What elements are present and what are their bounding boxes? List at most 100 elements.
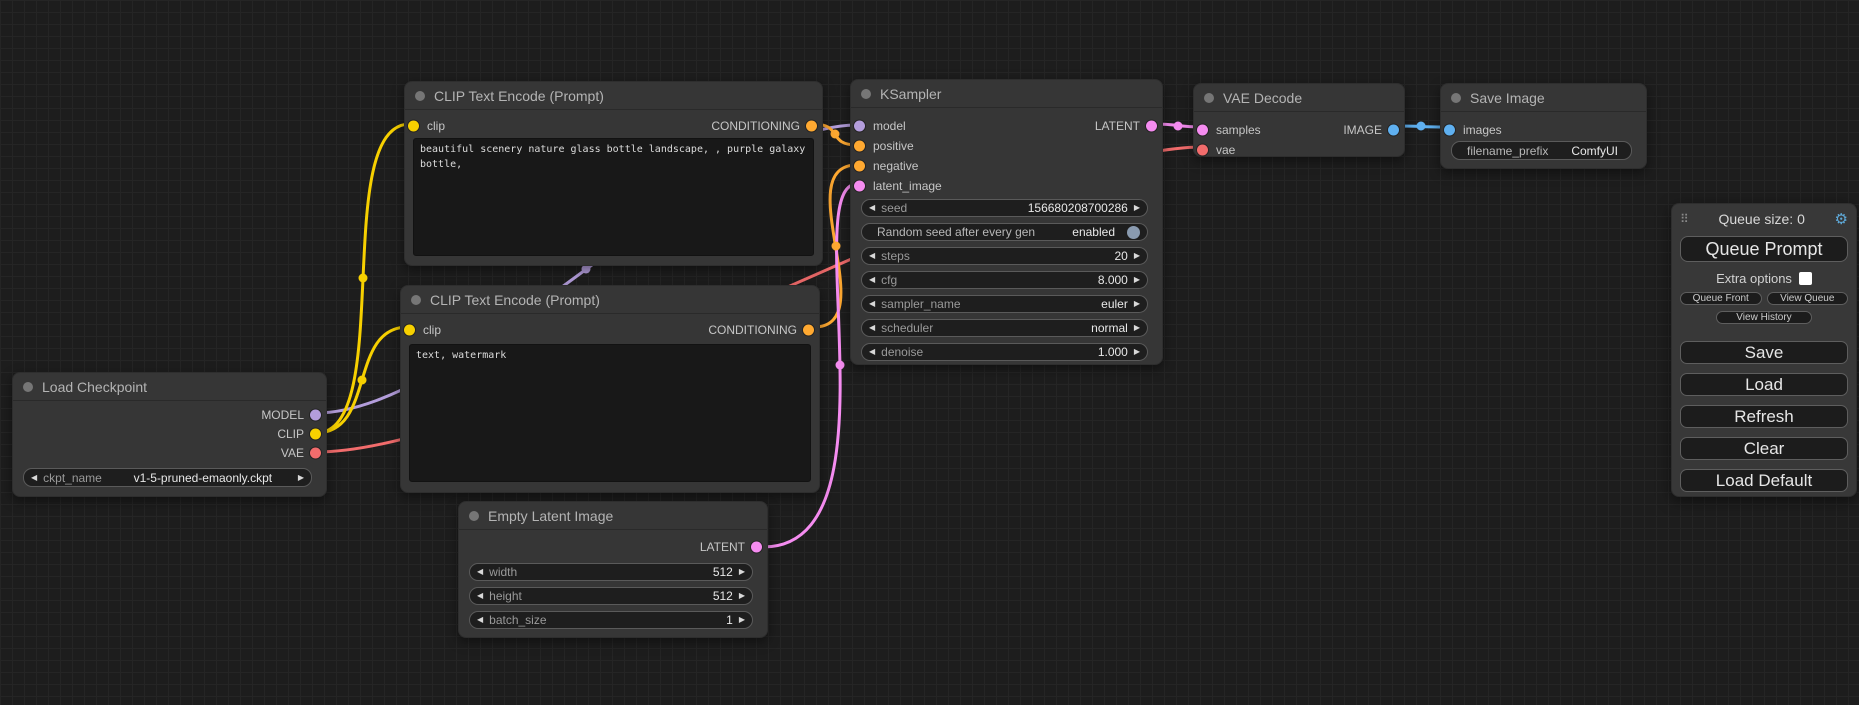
input-slot-vae[interactable] <box>1197 145 1208 156</box>
queue-front-button[interactable]: Queue Front <box>1680 292 1762 305</box>
batch-size-widget[interactable]: ◀ batch_size 1 ▶ <box>469 611 753 629</box>
input-label-positive: positive <box>873 139 914 153</box>
input-slot-model[interactable] <box>854 121 865 132</box>
collapse-dot-icon[interactable] <box>1451 93 1461 103</box>
widget-value: normal <box>1091 321 1128 335</box>
collapse-dot-icon[interactable] <box>411 295 421 305</box>
load-default-button[interactable]: Load Default <box>1680 469 1848 492</box>
node-clip-text-encode-negative[interactable]: CLIP Text Encode (Prompt) clip CONDITION… <box>400 285 820 493</box>
widget-value: 512 <box>713 589 733 603</box>
increment-arrow-icon[interactable]: ▶ <box>739 568 745 576</box>
output-slot-clip[interactable] <box>310 428 321 439</box>
decrement-arrow-icon[interactable]: ◀ <box>869 252 875 260</box>
decrement-arrow-icon[interactable]: ◀ <box>31 474 37 482</box>
widget-label: cfg <box>881 273 897 287</box>
drag-handle-icon[interactable]: ⠿ <box>1680 213 1689 225</box>
increment-arrow-icon[interactable]: ▶ <box>298 474 304 482</box>
cfg-widget[interactable]: ◀ cfg 8.000 ▶ <box>861 271 1148 289</box>
output-slot-image[interactable] <box>1388 125 1399 136</box>
output-slot-conditioning[interactable] <box>803 325 814 336</box>
increment-arrow-icon[interactable]: ▶ <box>1134 204 1140 212</box>
positive-prompt-textarea[interactable]: beautiful scenery nature glass bottle la… <box>413 138 814 256</box>
height-widget[interactable]: ◀ height 512 ▶ <box>469 587 753 605</box>
input-slot-clip[interactable] <box>404 325 415 336</box>
load-button[interactable]: Load <box>1680 373 1848 396</box>
node-title: Empty Latent Image <box>488 508 613 524</box>
node-vae-decode[interactable]: VAE Decode samples IMAGE vae <box>1193 83 1405 157</box>
node-title: KSampler <box>880 86 941 102</box>
node-title: VAE Decode <box>1223 90 1302 106</box>
input-slot-clip[interactable] <box>408 121 419 132</box>
node-title-bar: Empty Latent Image <box>459 502 767 530</box>
node-title-bar: VAE Decode <box>1194 84 1404 112</box>
node-load-checkpoint[interactable]: Load Checkpoint MODEL CLIP VAE ◀ ckpt_na… <box>12 372 327 497</box>
decrement-arrow-icon[interactable]: ◀ <box>869 324 875 332</box>
denoise-widget[interactable]: ◀ denoise 1.000 ▶ <box>861 343 1148 361</box>
scheduler-widget[interactable]: ◀ scheduler normal ▶ <box>861 319 1148 337</box>
node-ksampler[interactable]: KSampler model LATENT positive negative … <box>850 79 1163 365</box>
node-save-image[interactable]: Save Image images filename_prefix ComfyU… <box>1440 83 1647 169</box>
output-slot-conditioning[interactable] <box>806 121 817 132</box>
queue-prompt-button[interactable]: Queue Prompt <box>1680 236 1848 262</box>
random-seed-toggle-widget[interactable]: Random seed after every gen enabled <box>861 223 1148 241</box>
node-clip-text-encode-positive[interactable]: CLIP Text Encode (Prompt) clip CONDITION… <box>404 81 823 266</box>
increment-arrow-icon[interactable]: ▶ <box>739 616 745 624</box>
ckpt-name-widget[interactable]: ◀ ckpt_name v1-5-pruned-emaonly.ckpt ▶ <box>23 468 312 487</box>
output-label-latent: LATENT <box>1095 119 1140 133</box>
output-label-conditioning: CONDITIONING <box>711 119 800 133</box>
clear-button[interactable]: Clear <box>1680 437 1848 460</box>
input-label-clip: clip <box>427 119 445 133</box>
widget-label: batch_size <box>489 613 546 627</box>
output-label-vae: VAE <box>281 446 304 460</box>
node-empty-latent-image[interactable]: Empty Latent Image LATENT ◀ width 512 ▶ … <box>458 501 768 638</box>
widget-label: denoise <box>881 345 923 359</box>
refresh-button[interactable]: Refresh <box>1680 405 1848 428</box>
input-slot-negative[interactable] <box>854 161 865 172</box>
increment-arrow-icon[interactable]: ▶ <box>1134 300 1140 308</box>
output-slot-vae[interactable] <box>310 447 321 458</box>
output-slot-latent[interactable] <box>751 542 762 553</box>
increment-arrow-icon[interactable]: ▶ <box>1134 276 1140 284</box>
output-slot-latent[interactable] <box>1146 121 1157 132</box>
save-button[interactable]: Save <box>1680 341 1848 364</box>
input-slot-latent-image[interactable] <box>854 181 865 192</box>
decrement-arrow-icon[interactable]: ◀ <box>477 616 483 624</box>
increment-arrow-icon[interactable]: ▶ <box>1134 252 1140 260</box>
decrement-arrow-icon[interactable]: ◀ <box>869 276 875 284</box>
decrement-arrow-icon[interactable]: ◀ <box>869 348 875 356</box>
decrement-arrow-icon[interactable]: ◀ <box>869 300 875 308</box>
input-slot-samples[interactable] <box>1197 125 1208 136</box>
extra-options-label: Extra options <box>1716 271 1792 286</box>
steps-widget[interactable]: ◀ steps 20 ▶ <box>861 247 1148 265</box>
input-slot-images[interactable] <box>1444 125 1455 136</box>
decrement-arrow-icon[interactable]: ◀ <box>869 204 875 212</box>
negative-prompt-textarea[interactable]: text, watermark <box>409 344 811 482</box>
collapse-dot-icon[interactable] <box>861 89 871 99</box>
filename-prefix-widget[interactable]: filename_prefix ComfyUI <box>1451 141 1632 160</box>
increment-arrow-icon[interactable]: ▶ <box>1134 324 1140 332</box>
decrement-arrow-icon[interactable]: ◀ <box>477 592 483 600</box>
collapse-dot-icon[interactable] <box>469 511 479 521</box>
input-slot-positive[interactable] <box>854 141 865 152</box>
view-history-button[interactable]: View History <box>1716 311 1812 324</box>
widget-value: 20 <box>1114 249 1127 263</box>
collapse-dot-icon[interactable] <box>23 382 33 392</box>
output-slot-model[interactable] <box>310 409 321 420</box>
extra-options-checkbox[interactable] <box>1799 272 1812 285</box>
node-title-bar: CLIP Text Encode (Prompt) <box>405 82 822 110</box>
collapse-dot-icon[interactable] <box>415 91 425 101</box>
view-queue-button[interactable]: View Queue <box>1767 292 1849 305</box>
decrement-arrow-icon[interactable]: ◀ <box>477 568 483 576</box>
toggle-circle-icon[interactable] <box>1127 226 1140 239</box>
width-widget[interactable]: ◀ width 512 ▶ <box>469 563 753 581</box>
increment-arrow-icon[interactable]: ▶ <box>739 592 745 600</box>
increment-arrow-icon[interactable]: ▶ <box>1134 348 1140 356</box>
widget-label: seed <box>881 201 907 215</box>
link-midpoint-dot <box>358 376 367 385</box>
gear-icon[interactable]: ⚙ <box>1835 212 1848 227</box>
seed-widget[interactable]: ◀ seed 156680208700286 ▶ <box>861 199 1148 217</box>
widget-value: 1.000 <box>1098 345 1128 359</box>
input-label-samples: samples <box>1216 123 1261 137</box>
sampler-name-widget[interactable]: ◀ sampler_name euler ▶ <box>861 295 1148 313</box>
collapse-dot-icon[interactable] <box>1204 93 1214 103</box>
